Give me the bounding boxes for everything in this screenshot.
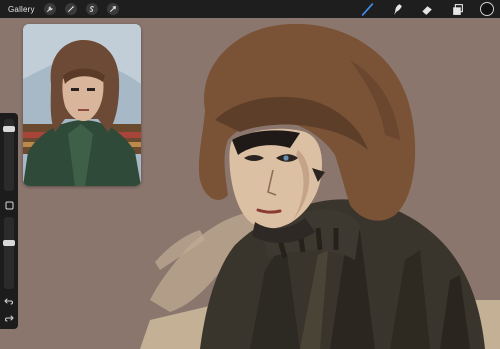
layers-icon[interactable] [450, 2, 464, 16]
brush-size-slider[interactable] [3, 119, 15, 191]
right-toolset [360, 0, 500, 18]
top-toolbar: Gallery [0, 0, 500, 18]
color-picker-button[interactable] [480, 2, 494, 16]
wrench-icon[interactable] [43, 3, 56, 15]
smudge-icon[interactable] [390, 2, 404, 16]
brush-size-handle[interactable] [3, 126, 15, 132]
transform-icon[interactable] [106, 3, 119, 15]
magic-wand-icon[interactable] [64, 3, 77, 15]
opacity-slider[interactable] [3, 217, 15, 289]
selection-icon[interactable] [85, 3, 98, 15]
gallery-button[interactable]: Gallery [8, 5, 35, 14]
undo-button[interactable] [3, 295, 15, 307]
reference-image[interactable] [23, 24, 141, 186]
opacity-handle[interactable] [3, 240, 15, 246]
modify-button[interactable] [4, 200, 14, 210]
left-sidebar [0, 113, 18, 329]
redo-button[interactable] [3, 312, 15, 324]
brush-icon[interactable] [360, 2, 374, 16]
eraser-icon[interactable] [420, 2, 434, 16]
